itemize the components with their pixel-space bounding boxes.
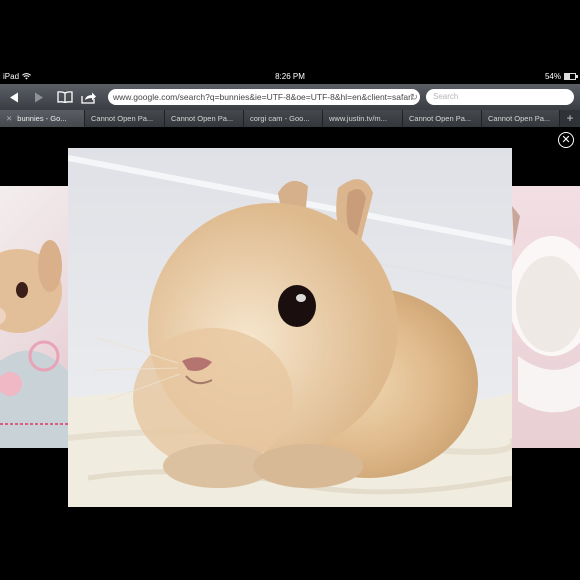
status-right: 54% xyxy=(544,72,578,81)
tab-label: Cannot Open Pa... xyxy=(171,114,234,123)
bunny-photo xyxy=(68,148,512,507)
back-icon xyxy=(10,92,18,102)
browser-toolbar: www.google.com/search?q=bunnies&ie=UTF-8… xyxy=(0,84,580,111)
back-button[interactable] xyxy=(3,88,25,106)
tab-cannot-open-2[interactable]: Cannot Open Pa... xyxy=(165,110,244,127)
clock: 8:26 PM xyxy=(275,72,305,81)
battery-icon xyxy=(564,73,578,80)
reload-icon[interactable]: ↻ xyxy=(408,91,420,103)
next-image[interactable] xyxy=(512,186,580,448)
close-icon[interactable]: ✕ xyxy=(558,132,574,148)
tab-label: Cannot Open Pa... xyxy=(488,114,551,123)
address-bar[interactable]: www.google.com/search?q=bunnies&ie=UTF-8… xyxy=(108,89,420,105)
tab-label: Cannot Open Pa... xyxy=(409,114,472,123)
status-bar: iPad 8:26 PM 54% xyxy=(0,70,580,84)
tab-bunnies[interactable]: ✕ bunnies - Go... xyxy=(0,110,85,127)
bookmarks-button[interactable] xyxy=(54,88,76,106)
add-tab-icon[interactable]: + xyxy=(560,110,580,127)
tab-label: corgi cam - Goo... xyxy=(250,114,310,123)
tab-label: bunnies - Go... xyxy=(17,114,67,123)
tab-corgi-cam[interactable]: corgi cam - Goo... xyxy=(244,110,323,127)
previous-image[interactable] xyxy=(0,186,68,448)
forward-button[interactable] xyxy=(28,88,50,106)
tab-bar: ✕ bunnies - Go... Cannot Open Pa... Canno… xyxy=(0,110,580,127)
tab-justin-tv[interactable]: www.justin.tv/m... xyxy=(323,110,403,127)
tab-label: www.justin.tv/m... xyxy=(329,114,387,123)
share-icon xyxy=(81,92,96,104)
next-bunny-photo xyxy=(512,206,580,413)
forward-icon xyxy=(35,92,43,102)
close-tab-icon[interactable]: ✕ xyxy=(6,114,12,123)
bookmarks-icon xyxy=(57,91,73,103)
search-field[interactable]: Search xyxy=(426,89,574,105)
main-image[interactable] xyxy=(68,148,512,507)
tab-cannot-open-3[interactable]: Cannot Open Pa... xyxy=(403,110,482,127)
tab-cannot-open-1[interactable]: Cannot Open Pa... xyxy=(85,110,165,127)
tab-cannot-open-4[interactable]: Cannot Open Pa... xyxy=(482,110,560,127)
share-button[interactable] xyxy=(78,88,100,106)
previous-bunny-photo xyxy=(0,240,68,448)
tab-label: Cannot Open Pa... xyxy=(91,114,154,123)
battery-percent: 54% xyxy=(544,72,561,81)
